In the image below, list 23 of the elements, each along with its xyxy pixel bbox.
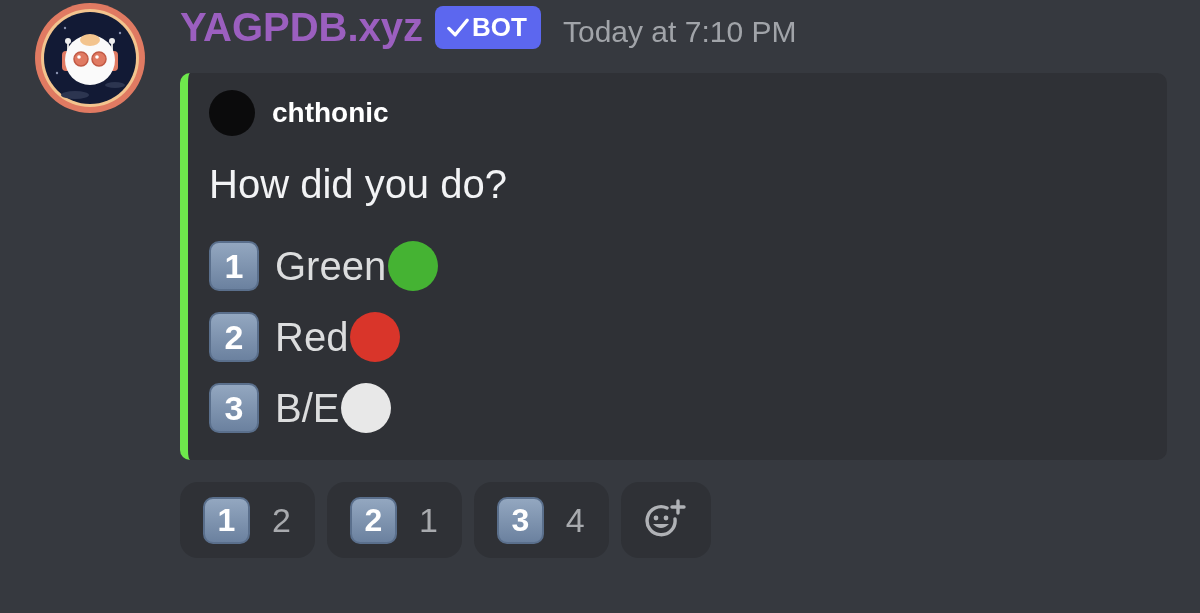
circle-emoji-icon [350,312,401,362]
robot-avatar-drawing[interactable] [35,3,145,113]
reaction-button[interactable]: 2 1 [326,482,462,558]
check-icon [447,17,470,37]
reaction-button[interactable]: 3 4 [473,482,609,558]
reaction-button[interactable]: 1 2 [180,482,315,558]
author-avatar [209,90,255,136]
keycap-number: 1 [209,241,259,291]
keycap-number: 3 [496,496,544,544]
message-timestamp: Today at 7:10 PM [562,14,797,50]
option-label: Red [275,314,349,361]
option-label: B/E [275,385,340,432]
option-label: Green [275,243,387,290]
keycap-number: 1 [203,496,250,544]
keycap-number: 2 [349,496,397,544]
add-reaction-button[interactable] [620,482,711,558]
bot-label: BOT [472,12,527,42]
circle-emoji-icon [388,241,439,291]
embed-author-name: chthonic [272,96,389,130]
keycap-number: 2 [209,312,259,362]
keycap-number: 3 [209,383,259,433]
embed-title: How did you do? [209,161,508,207]
circle-emoji-icon [341,383,392,433]
